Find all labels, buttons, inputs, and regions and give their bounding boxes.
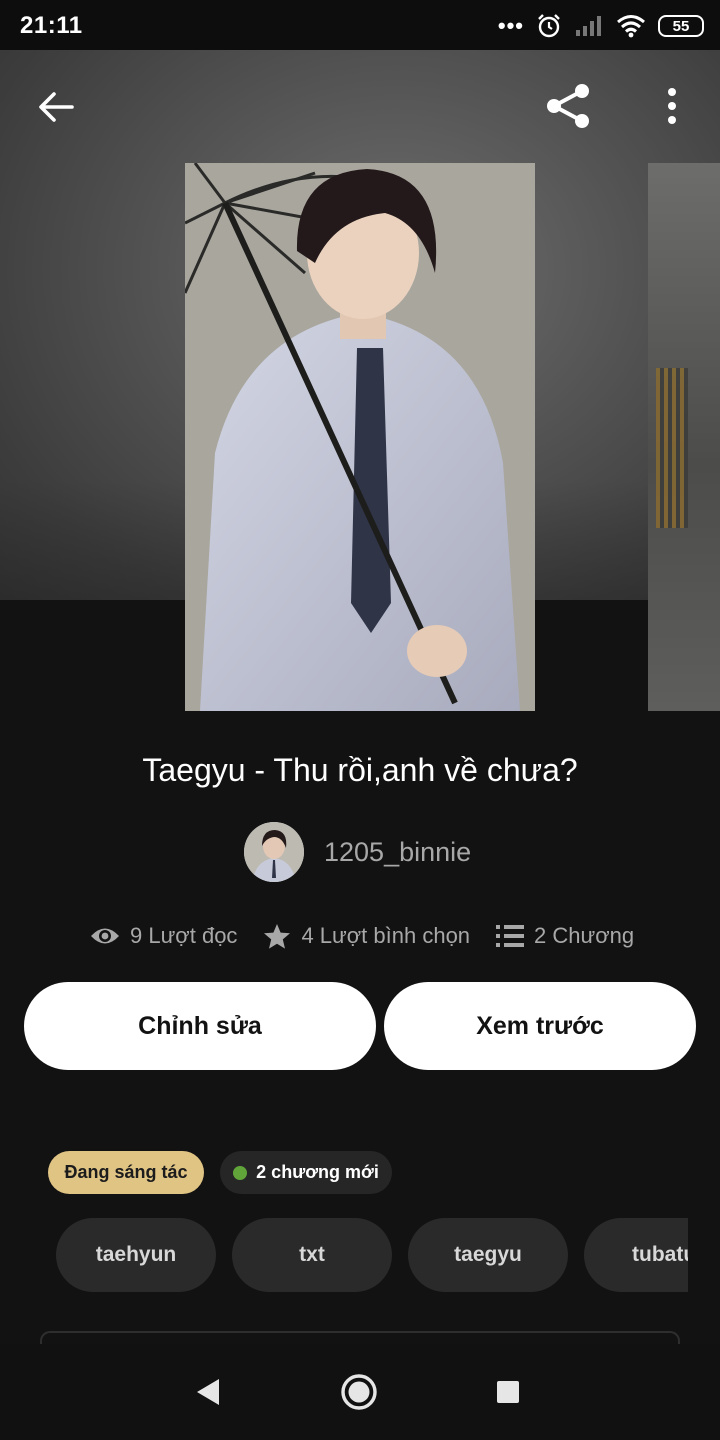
avatar	[244, 822, 304, 882]
nav-recents-icon	[497, 1381, 519, 1403]
more-options-button[interactable]	[650, 80, 694, 132]
tags-track: taehyun txt taegyu tubatu	[56, 1218, 688, 1292]
chapters-stat[interactable]: 2 Chương	[496, 923, 634, 949]
status-badge: Đang sáng tác	[48, 1151, 204, 1194]
battery-indicator: 55	[658, 15, 704, 37]
votes-count: 4 Lượt bình chọn	[301, 923, 471, 948]
nav-back-button[interactable]	[178, 1362, 238, 1422]
eye-icon	[91, 928, 119, 944]
status-time: 21:11	[20, 12, 83, 39]
reads-count: 9 Lượt đọc	[130, 923, 238, 948]
preview-button[interactable]: Xem trước	[384, 982, 696, 1070]
status-bar: 21:11 ••• 55	[0, 0, 720, 50]
nav-home-button[interactable]	[329, 1362, 389, 1422]
story-title: Taegyu - Thu rồi,anh về chưa?	[142, 752, 578, 788]
cover-illustration	[185, 163, 535, 711]
star-icon	[264, 923, 291, 949]
list-icon	[496, 925, 525, 947]
status-icons: ••• 55	[498, 12, 704, 40]
nav-recents-button[interactable]	[478, 1362, 538, 1422]
back-arrow-icon	[39, 92, 74, 122]
tag-chip[interactable]: taehyun	[56, 1218, 216, 1292]
edit-button[interactable]: Chỉnh sửa	[24, 982, 376, 1070]
alarm-icon	[538, 14, 560, 38]
author-link[interactable]: 1205_binnie	[244, 822, 471, 882]
author-name: 1205_binnie	[324, 836, 472, 867]
more-vertical-icon	[668, 88, 676, 124]
next-story-cover[interactable]	[648, 163, 720, 711]
new-chapters-badge: 2 chương mới	[220, 1151, 392, 1194]
wifi-icon	[617, 15, 645, 38]
avatar-image	[244, 822, 304, 882]
nav-back-icon	[197, 1379, 219, 1405]
back-button[interactable]	[28, 82, 84, 132]
tags-row[interactable]: taehyun txt taegyu tubatu	[56, 1218, 688, 1292]
tag-chip[interactable]: txt	[232, 1218, 392, 1292]
votes-stat: 4 Lượt bình chọn	[263, 923, 470, 950]
story-stats: 9 Lượt đọc 4 Lượt bình chọn 2 Chương	[90, 918, 634, 954]
system-nav-bar	[0, 1344, 720, 1440]
nav-home-icon	[341, 1374, 377, 1410]
tag-chip[interactable]: tubatu	[584, 1218, 688, 1292]
new-indicator-dot-icon	[233, 1165, 248, 1180]
tag-chip[interactable]: taegyu	[408, 1218, 568, 1292]
share-icon	[547, 84, 589, 128]
next-cover-detail	[656, 368, 688, 528]
chapters-count: 2 Chương	[534, 923, 635, 948]
new-chapters-label: 2 chương mới	[256, 1162, 379, 1182]
reads-stat: 9 Lượt đọc	[90, 923, 237, 949]
notification-dots-icon: •••	[497, 13, 524, 38]
story-cover-image[interactable]	[185, 163, 535, 711]
share-button[interactable]	[538, 78, 598, 134]
signal-icon	[576, 16, 601, 36]
